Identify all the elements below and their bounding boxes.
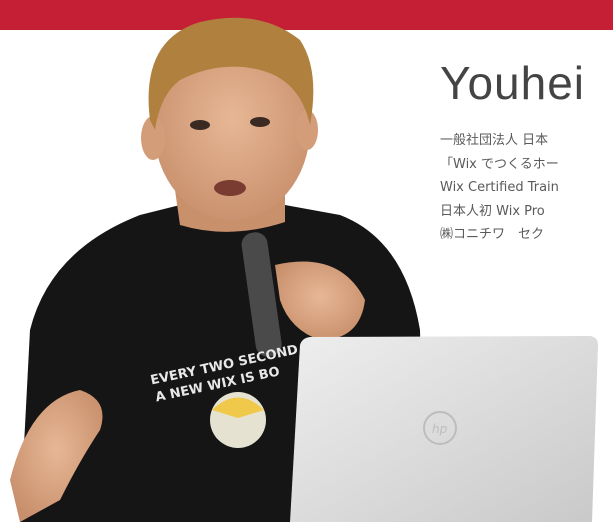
bio-line: ㈱コニチワ セク — [440, 227, 545, 242]
bio-line: 「Wix でつくるホー — [440, 156, 559, 172]
bio-line: 一般社団法人 日本 — [440, 133, 549, 148]
speaker-name: Youhei — [440, 57, 586, 109]
bio-line: Wix Certified Train — [440, 180, 559, 195]
laptop — [290, 336, 598, 522]
speaker-bio: 一般社団法人 日本 「Wix でつくるホー Wix Certified Trai… — [440, 129, 613, 247]
bio-line: 日本人初 Wix Pro — [440, 203, 545, 219]
